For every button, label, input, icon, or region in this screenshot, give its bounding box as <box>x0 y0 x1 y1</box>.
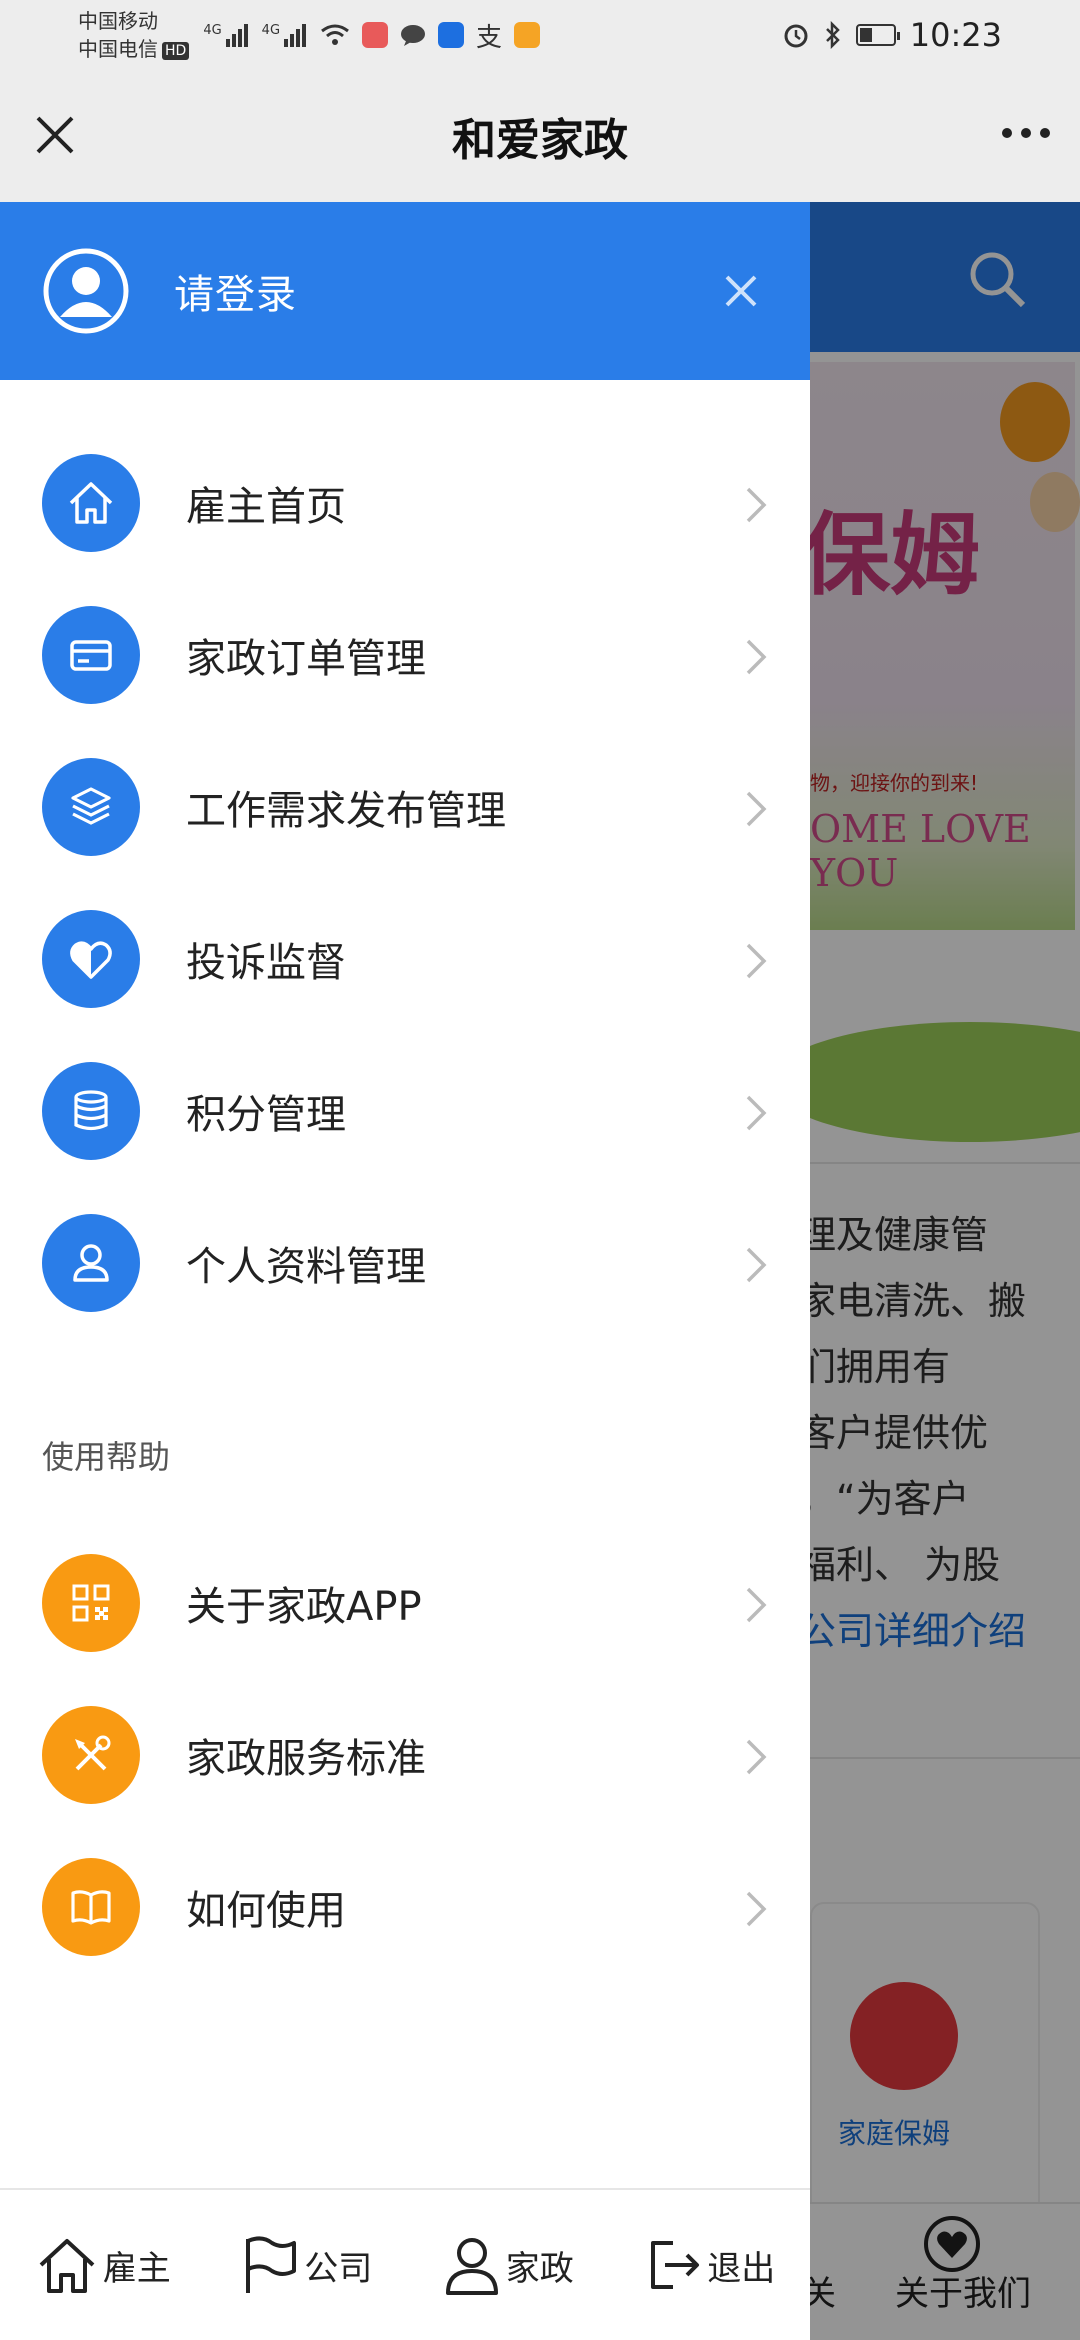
section-heading-help: 使用帮助 <box>42 1438 171 1476</box>
qrcode-icon <box>42 1554 140 1652</box>
nav-logout[interactable]: 退出 <box>643 2233 775 2297</box>
nav-employer[interactable]: 雇主 <box>35 2233 171 2297</box>
overlay-dim[interactable] <box>810 202 1080 2340</box>
nav-label: 雇主 <box>102 2248 171 2289</box>
hd-badge: HD <box>162 41 190 60</box>
chevron-right-icon <box>746 1095 767 1131</box>
heart-icon <box>42 910 140 1008</box>
flag-icon <box>246 2236 297 2293</box>
nav-label: 家政 <box>505 2248 574 2289</box>
menu-item-employer-home[interactable]: 雇主首页 <box>0 427 810 579</box>
carrier-2: 中国电信 HD <box>78 35 190 63</box>
status-right: 10:23 <box>782 16 1002 54</box>
carrier-info: 中国移动 中国电信 HD <box>78 7 190 63</box>
menu-item-label: 个人资料管理 <box>186 1244 426 1290</box>
user-icon <box>42 1214 140 1312</box>
carrier-1: 中国移动 <box>78 9 158 33</box>
chevron-right-icon <box>746 1247 767 1283</box>
layers-icon <box>42 758 140 856</box>
home-icon <box>42 454 140 552</box>
chevron-right-icon <box>746 639 767 675</box>
drawer-bottom-nav: 雇主 公司 家政 退出 <box>0 2188 810 2340</box>
network-type-2: 4G <box>261 23 281 38</box>
menu-item-service-standard[interactable]: 家政服务标准 <box>0 1679 810 1831</box>
chevron-right-icon <box>746 487 767 523</box>
menu-item-label: 投诉监督 <box>186 940 346 986</box>
wifi-icon <box>321 24 349 45</box>
signal-2: 4G <box>261 23 307 47</box>
user-icon <box>445 2238 498 2295</box>
menu-item-points[interactable]: 积分管理 <box>0 1035 810 1187</box>
user-avatar-icon[interactable] <box>42 247 130 335</box>
side-drawer: 请登录 雇主首页 家政订单管理 工作需求发布管理 投诉监督 积分管理 个人资料管… <box>0 202 810 2340</box>
logout-icon <box>651 2241 700 2289</box>
title-bar: 和爱家政 <box>0 70 1080 202</box>
menu-item-job-requests[interactable]: 工作需求发布管理 <box>0 731 810 883</box>
clock: 10:23 <box>909 16 1002 54</box>
help-menu: 关于家政APP 家政服务标准 如何使用 <box>0 1527 810 1983</box>
chevron-right-icon <box>746 1739 767 1775</box>
nav-label: 退出 <box>707 2248 776 2289</box>
chevron-right-icon <box>746 943 767 979</box>
menu-item-label: 积分管理 <box>186 1092 346 1138</box>
menu-item-orders[interactable]: 家政订单管理 <box>0 579 810 731</box>
home-icon <box>39 2239 95 2293</box>
login-link[interactable]: 请登录 <box>174 262 297 320</box>
book-icon <box>42 1858 140 1956</box>
menu-item-complaints[interactable]: 投诉监督 <box>0 883 810 1035</box>
carrier-2-label: 中国电信 <box>78 37 158 61</box>
chevron-right-icon <box>746 791 767 827</box>
menu-item-label: 工作需求发布管理 <box>186 788 506 834</box>
menu-item-profile[interactable]: 个人资料管理 <box>0 1187 810 1339</box>
bluetooth-icon <box>825 21 840 49</box>
menu-item-label: 如何使用 <box>186 1888 346 1934</box>
orange-app-icon <box>514 22 541 48</box>
alipay-icon: 支 <box>476 22 503 53</box>
close-drawer-icon[interactable] <box>724 274 758 308</box>
menu-item-about-app[interactable]: 关于家政APP <box>0 1527 810 1679</box>
notification-icons: 支 <box>320 17 541 54</box>
nav-company[interactable]: 公司 <box>240 2233 372 2297</box>
chat-icon <box>401 25 426 46</box>
card-icon <box>42 606 140 704</box>
signal-bars-icon <box>284 23 307 47</box>
page-title: 和爱家政 <box>452 115 628 166</box>
menu-item-label: 家政订单管理 <box>186 636 426 682</box>
chevron-right-icon <box>746 1587 767 1623</box>
blue-app-icon <box>438 22 465 48</box>
menu-item-label: 家政服务标准 <box>186 1736 426 1782</box>
red-app-icon <box>362 22 389 48</box>
more-menu-icon[interactable] <box>1002 128 1050 138</box>
main-menu: 雇主首页 家政订单管理 工作需求发布管理 投诉监督 积分管理 个人资料管理 <box>0 427 810 1339</box>
signal-bars-icon <box>225 23 248 47</box>
database-icon <box>42 1062 140 1160</box>
nav-label: 公司 <box>304 2248 373 2289</box>
battery-icon <box>855 24 900 46</box>
tools-icon <box>42 1706 140 1804</box>
close-icon[interactable] <box>30 110 80 160</box>
status-bar: 中国移动 中国电信 HD 4G 4G 支 10:23 <box>0 0 1080 70</box>
menu-item-label: 关于家政APP <box>186 1584 422 1630</box>
chevron-right-icon <box>746 1891 767 1927</box>
network-type-1: 4G <box>203 23 222 38</box>
drawer-header: 请登录 <box>0 202 810 380</box>
menu-item-label: 雇主首页 <box>186 484 346 530</box>
nav-housekeeper[interactable]: 家政 <box>442 2233 574 2297</box>
alarm-icon <box>784 24 808 48</box>
menu-item-how-to-use[interactable]: 如何使用 <box>0 1831 810 1983</box>
signal-1: 4G <box>203 23 248 47</box>
